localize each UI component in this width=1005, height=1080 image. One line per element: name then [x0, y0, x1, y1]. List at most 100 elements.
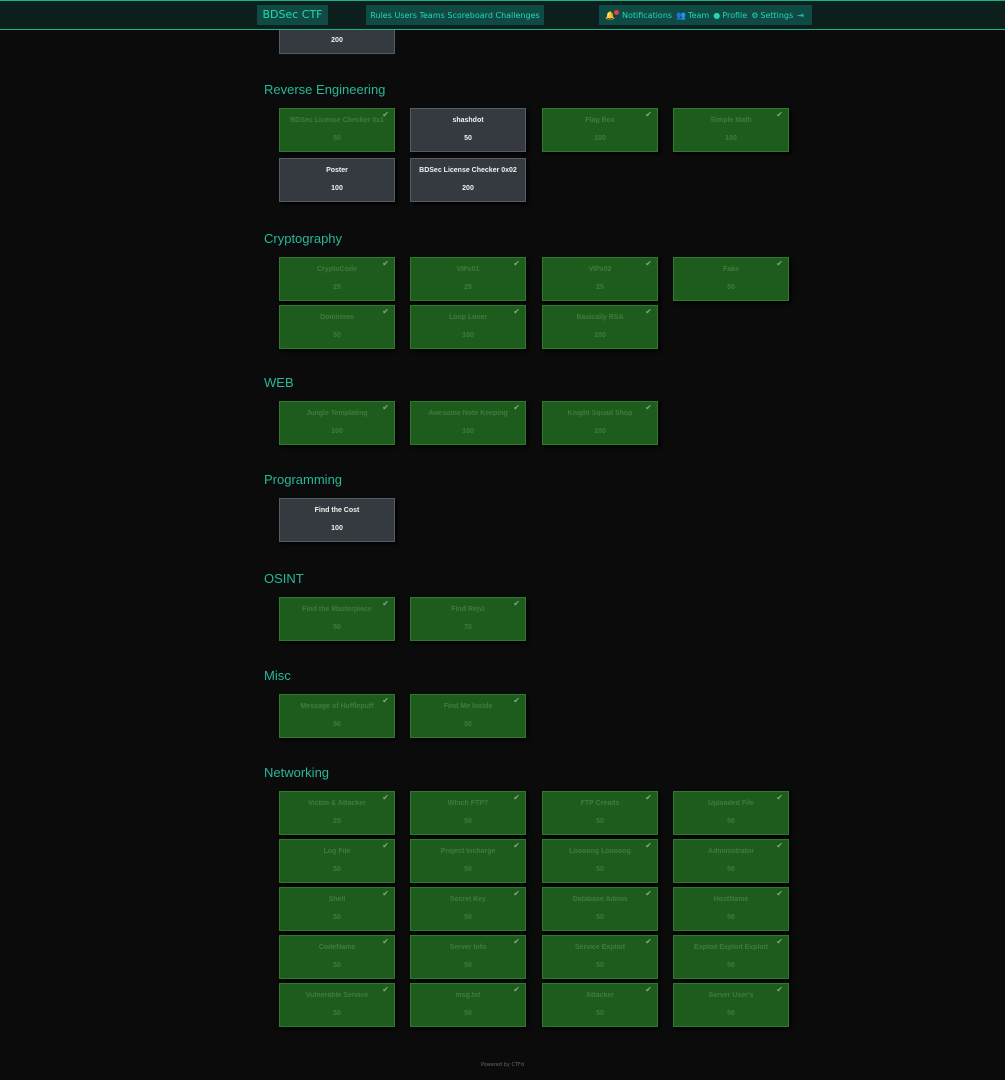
check-icon: ✔	[382, 307, 389, 316]
check-icon: ✔	[382, 696, 389, 705]
challenge-card[interactable]: Message of Hufflepuff 50 ✔	[279, 694, 395, 738]
challenge-card[interactable]: Service Exploit 50 ✔	[542, 935, 658, 979]
challenge-card[interactable]: VIPx01 25 ✔	[410, 257, 526, 301]
check-icon: ✔	[513, 937, 520, 946]
challenge-card[interactable]: Basically RSA 100 ✔	[542, 305, 658, 349]
challenge-card[interactable]: Database Admin 50 ✔	[542, 887, 658, 931]
check-icon: ✔	[382, 403, 389, 412]
challenge-card[interactable]: Jungle Templating 100 ✔	[279, 401, 395, 445]
challenge-points: 100	[331, 185, 343, 192]
check-icon: ✔	[513, 985, 520, 994]
challenge-card[interactable]: Find the Cost 100	[279, 498, 395, 542]
challenge-title: Knight Squad Shop	[567, 410, 633, 417]
challenge-title: Vulnerable Service	[305, 992, 369, 999]
challenge-card[interactable]: CodeName 50 ✔	[279, 935, 395, 979]
challenge-points: 100	[331, 428, 343, 435]
challenge-card[interactable]: Project Incharge 50 ✔	[410, 839, 526, 883]
category-heading: OSINT	[264, 571, 304, 586]
challenge-card[interactable]: Knight Squad Shop 100 ✔	[542, 401, 658, 445]
challenge-title: Looooog Looooog	[569, 848, 631, 855]
challenge-card[interactable]: Log File 50 ✔	[279, 839, 395, 883]
challenge-points: 50	[727, 866, 735, 873]
challenge-title: BDSec License Checker 0x1	[290, 117, 384, 124]
challenge-card[interactable]: Looooog Looooog 50 ✔	[542, 839, 658, 883]
challenge-card[interactable]: shashdot 50	[410, 108, 526, 152]
nav-scoreboard[interactable]: Scoreboard	[447, 11, 493, 20]
nav-challenges[interactable]: Challenges	[496, 11, 540, 20]
check-icon: ✔	[513, 793, 520, 802]
challenge-title: FTP Creads	[580, 800, 620, 807]
challenge-card[interactable]: Attacker 50 ✔	[542, 983, 658, 1027]
challenge-title: Fake	[723, 266, 739, 273]
challenge-card[interactable]: Loop Lover 100 ✔	[410, 305, 526, 349]
notifications-label: Notifications	[621, 10, 673, 20]
challenge-card[interactable]: Simple Math 100 ✔	[673, 108, 789, 152]
nav-links: Rules Users Teams Scoreboard Challenges	[366, 5, 544, 25]
challenge-card[interactable]: Server Info 50 ✔	[410, 935, 526, 979]
challenge-card[interactable]: Secret Key 50 ✔	[410, 887, 526, 931]
challenge-title: HostName	[713, 896, 749, 903]
challenge-card[interactable]: CryptoCode 25 ✔	[279, 257, 395, 301]
challenge-card[interactable]: Administrator 50 ✔	[673, 839, 789, 883]
challenge-card[interactable]: Dominoes 50 ✔	[279, 305, 395, 349]
challenge-points: 50	[333, 624, 341, 631]
logout-button[interactable]: ⇥	[797, 11, 806, 20]
challenge-card[interactable]: FTP Creads 50 ✔	[542, 791, 658, 835]
challenge-points: 50	[727, 914, 735, 921]
challenge-title: Project Incharge	[440, 848, 496, 855]
challenge-card[interactable]: VIPx02 25 ✔	[542, 257, 658, 301]
category-heading: Reverse Engineering	[264, 82, 386, 97]
nav-notifications[interactable]: 🔔 Notifications	[605, 9, 673, 20]
challenge-card[interactable]: Find Rejvi 70 ✔	[410, 597, 526, 641]
challenge-title: BDSec License Checker 0x02	[419, 167, 517, 174]
challenge-card[interactable]: BDSec License Checker 0x02 200	[410, 158, 526, 202]
check-icon: ✔	[645, 110, 652, 119]
challenge-points: 70	[464, 624, 472, 631]
challenge-title: Basically RSA	[576, 314, 624, 321]
challenge-card[interactable]: Find Me Inside 50 ✔	[410, 694, 526, 738]
challenge-card[interactable]: Exploit Exploit Exploit 50 ✔	[673, 935, 789, 979]
nav-profile[interactable]: ● Profile	[713, 11, 747, 20]
challenge-card[interactable]: BDSec License Checker 0x1 50 ✔	[279, 108, 395, 152]
challenge-card[interactable]: Which FTP? 50 ✔	[410, 791, 526, 835]
nav-users[interactable]: Users	[394, 11, 416, 20]
challenge-card[interactable]: Poster 100	[279, 158, 395, 202]
challenge-points: 50	[727, 818, 735, 825]
challenge-points: 50	[333, 1010, 341, 1017]
brand-link[interactable]: BDSec CTF 2022	[257, 5, 328, 41]
challenge-card[interactable]: Vulnerable Service 50 ✔	[279, 983, 395, 1027]
nav-teams[interactable]: Teams	[419, 11, 444, 20]
nav-rules[interactable]: Rules	[370, 11, 392, 20]
check-icon: ✔	[513, 889, 520, 898]
nav-team[interactable]: 👥 Team	[676, 11, 709, 20]
challenge-title: Which FTP?	[447, 800, 489, 807]
check-icon: ✔	[382, 793, 389, 802]
challenge-card[interactable]: msg.txt 50 ✔	[410, 983, 526, 1027]
check-icon: ✔	[776, 889, 783, 898]
nav-settings[interactable]: ⚙ Settings	[751, 11, 793, 20]
challenge-card[interactable]: Fake 50 ✔	[673, 257, 789, 301]
check-icon: ✔	[513, 696, 520, 705]
challenge-title: Attacker	[585, 992, 614, 999]
challenge-card[interactable]: Shell 50 ✔	[279, 887, 395, 931]
challenge-title: Uploaded File	[708, 800, 754, 807]
challenge-title: Poster	[326, 167, 348, 174]
challenge-points: 50	[727, 284, 735, 291]
challenge-card[interactable]: Victim & Attacker 25 ✔	[279, 791, 395, 835]
challenge-title: Shell	[328, 896, 346, 903]
challenge-title: VIPx02	[588, 266, 612, 273]
challenge-points: 50	[596, 866, 604, 873]
challenge-card[interactable]: Uploaded File 50 ✔	[673, 791, 789, 835]
challenge-card[interactable]: Server User's 50 ✔	[673, 983, 789, 1027]
challenge-title: Database Admin	[572, 896, 628, 903]
challenge-card[interactable]: Flag Box 100 ✔	[542, 108, 658, 152]
challenge-title: Find the Masterpiece	[302, 606, 372, 613]
user-circle-icon: ●	[713, 10, 721, 20]
challenge-points: 50	[464, 135, 472, 142]
challenge-points: 25	[333, 284, 341, 291]
challenge-card[interactable]: HostName 50 ✔	[673, 887, 789, 931]
check-icon: ✔	[776, 985, 783, 994]
check-icon: ✔	[382, 985, 389, 994]
challenge-card[interactable]: Awesome Note Keeping 100 ✔	[410, 401, 526, 445]
challenge-card[interactable]: Find the Masterpiece 50 ✔	[279, 597, 395, 641]
